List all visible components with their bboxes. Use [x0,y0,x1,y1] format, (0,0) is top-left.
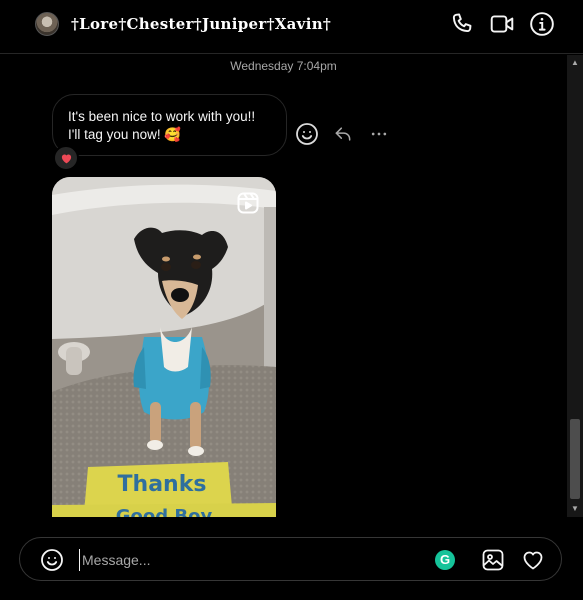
info-icon[interactable] [529,11,555,37]
react-emoji-icon[interactable] [294,121,320,147]
timestamp: Wednesday 7:04pm [230,59,337,73]
message-line-1: It's been nice to work with you!! [68,109,256,124]
message-line-2: I'll tag you now! 🥰 [68,127,182,142]
image-icon[interactable] [481,548,505,572]
video-icon[interactable] [489,11,515,37]
dog-photo: Thanks Good Boy [52,177,276,517]
more-icon[interactable] [366,121,392,147]
reels-icon [236,191,260,215]
grammarly-icon[interactable]: G [435,550,455,570]
message-bubble[interactable]: It's been nice to work with you!! I'll t… [52,94,287,156]
heart-icon [61,153,71,163]
scroll-down-arrow-icon[interactable]: ▼ [567,501,583,517]
scroll-thumb[interactable] [570,419,580,499]
scroll-up-arrow-icon[interactable]: ▲ [567,55,583,71]
reply-icon[interactable] [330,121,356,147]
shared-reel-preview[interactable]: Thanks Good Boy [52,177,276,517]
sign-text: Thanks [118,472,207,497]
sign-text-2: Good Boy [116,506,213,517]
phone-icon[interactable] [449,11,475,37]
thread-scrollbar[interactable]: ▲ ▼ [567,55,583,517]
reaction-badge[interactable] [53,145,79,171]
avatar[interactable] [35,12,59,36]
emoji-icon[interactable] [40,548,64,572]
chat-title[interactable]: †Lore†Chester†Juniper†Xavin† [71,15,331,33]
message-composer: G [19,537,562,581]
heart-icon[interactable] [521,548,545,572]
chat-header: †Lore†Chester†Juniper†Xavin† [0,0,583,54]
message-input[interactable] [79,549,409,571]
message-thread: Wednesday 7:04pm It's been nice to work … [0,55,567,517]
